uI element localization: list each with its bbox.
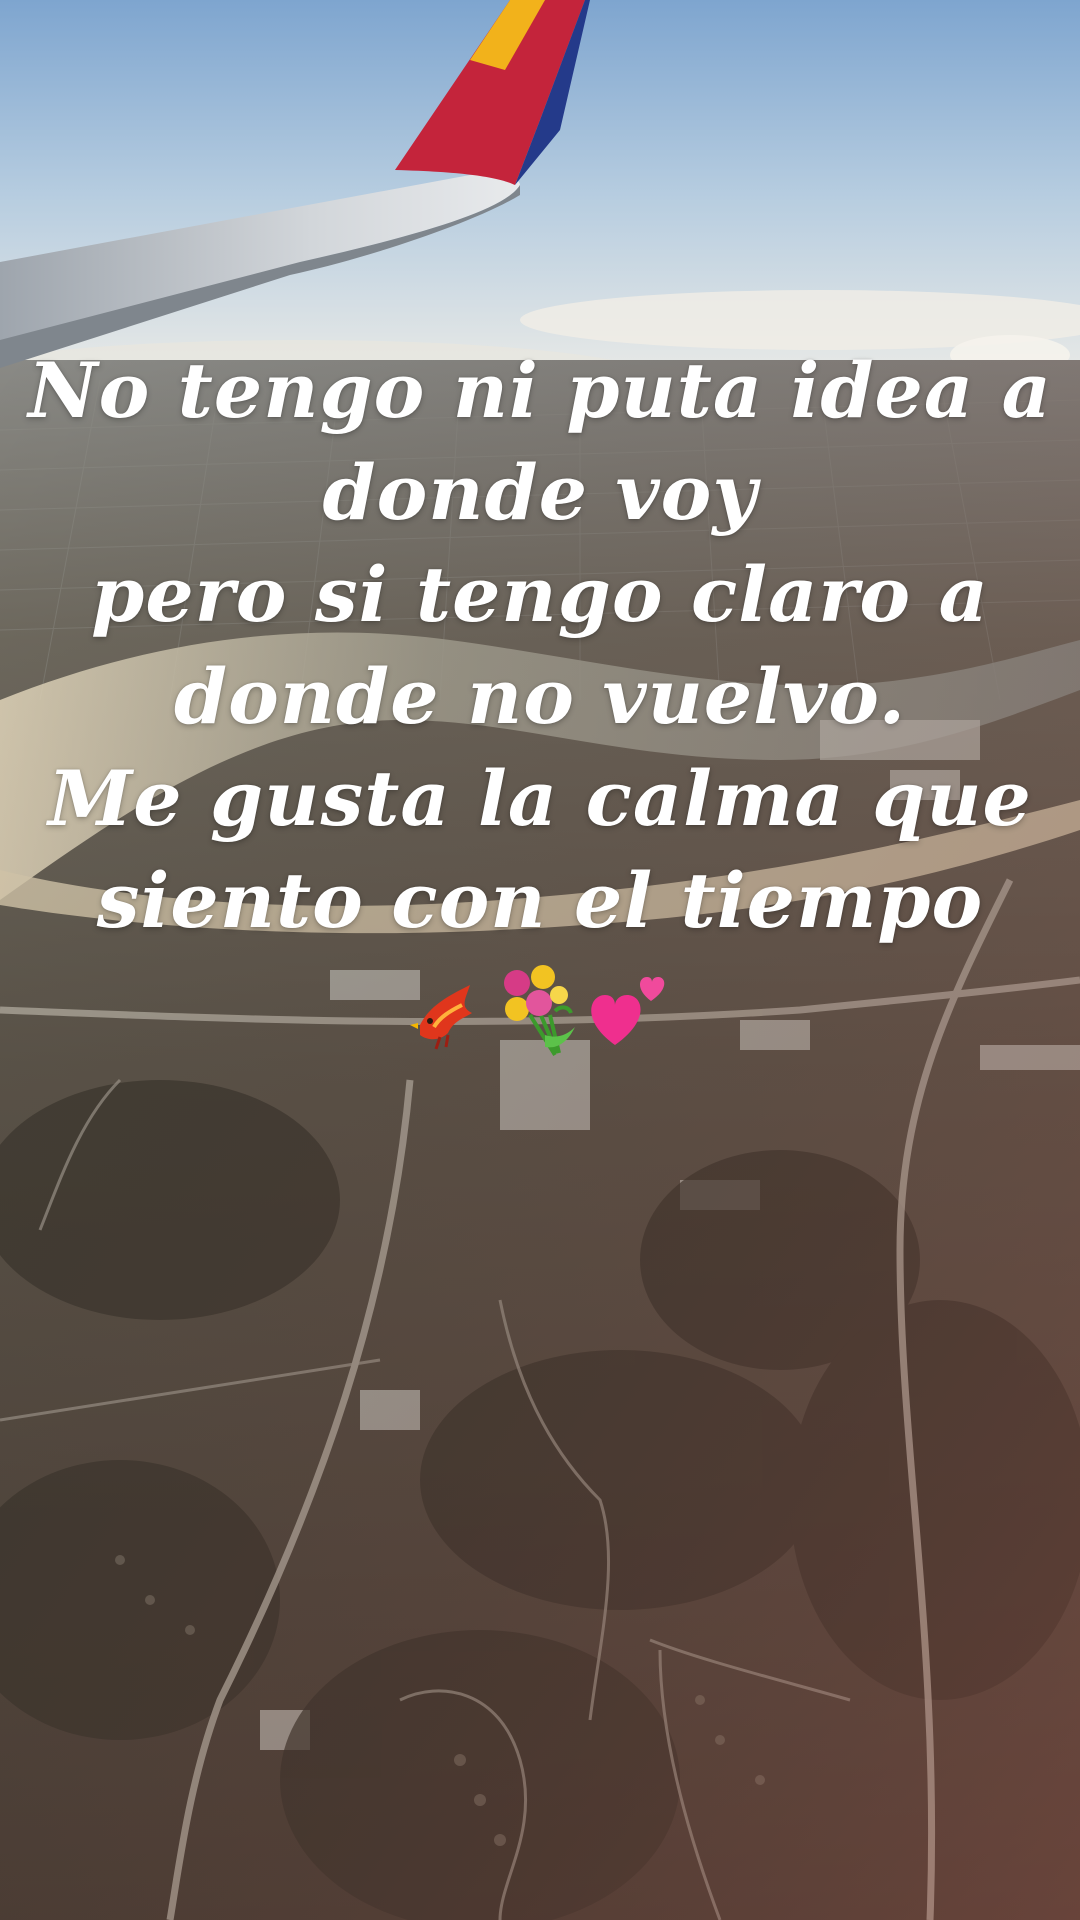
landscape-illustration <box>0 0 1080 1920</box>
flower-bouquet-icon <box>504 965 575 1057</box>
two-hearts-icon <box>591 977 665 1045</box>
caption-line-4: donde no vuelvo. <box>173 652 907 741</box>
caption-line-1: No tengo ni puta idea a <box>28 346 1052 435</box>
caption-line-3: pero si tengo claro a <box>91 550 989 639</box>
caption-line-6: siento con el tiempo <box>96 856 984 945</box>
caption-line-5: Me gusta la calma que <box>48 754 1032 843</box>
caption-text-block: No tengo ni puta idea a donde voy pero s… <box>0 340 1080 952</box>
bird-icon <box>410 985 472 1050</box>
sticker-row <box>0 965 1080 1075</box>
aerial-photo-background <box>0 0 1080 1920</box>
caption-line-2: donde voy <box>322 448 758 537</box>
